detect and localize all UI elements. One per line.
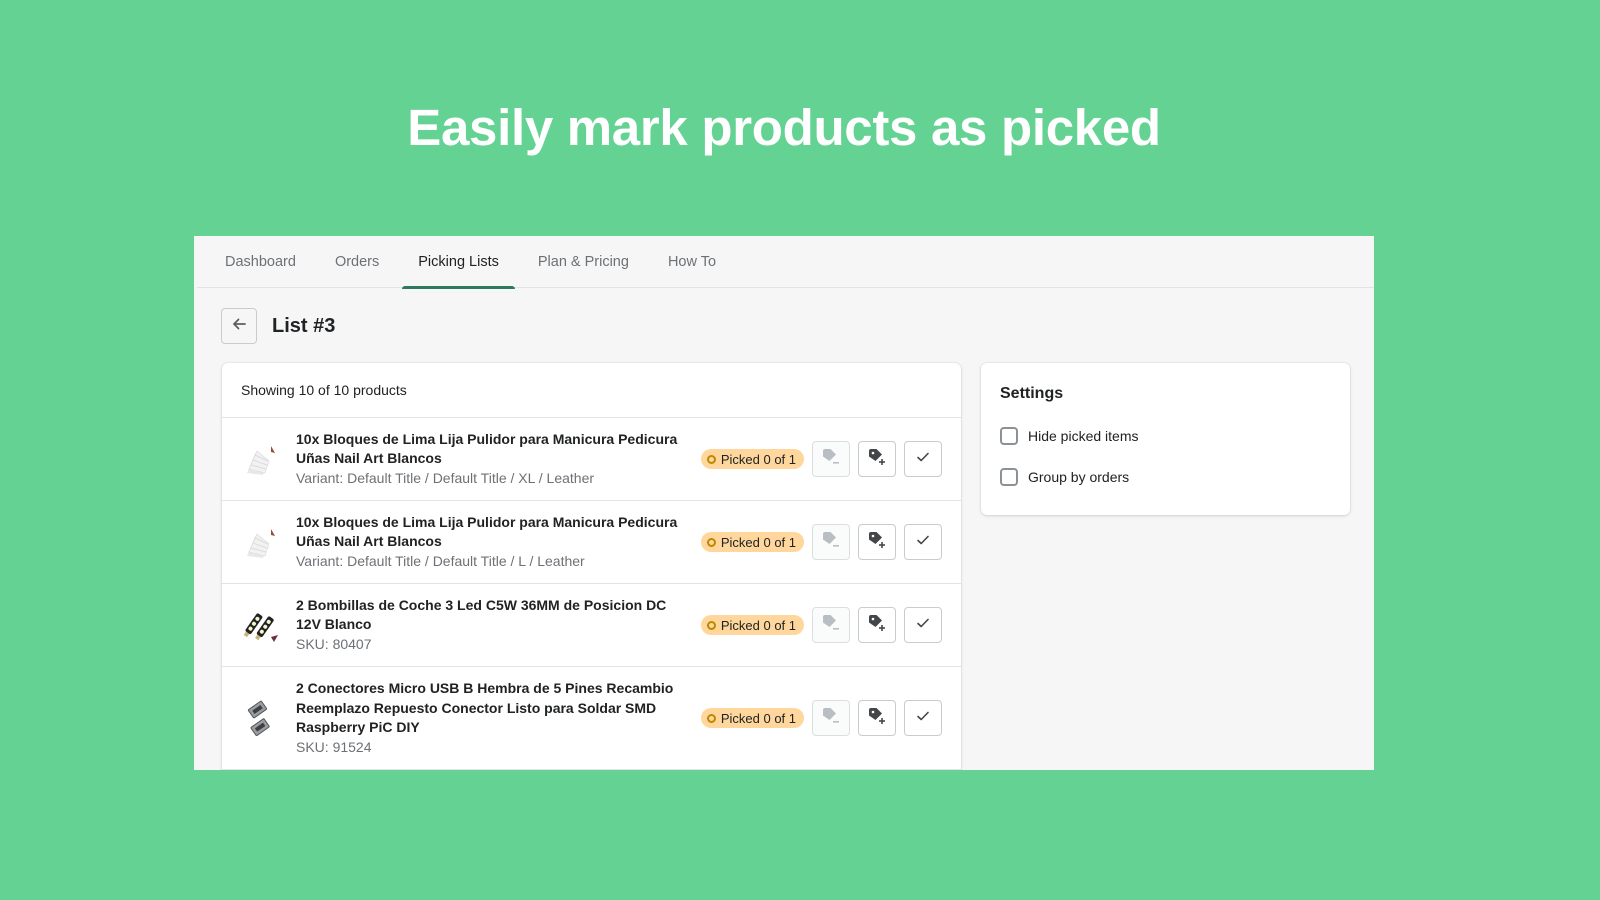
mark-picked-button[interactable]: [904, 700, 942, 736]
tab-how-to[interactable]: How To: [652, 236, 732, 288]
page-header: List #3: [221, 308, 335, 344]
status-dot-icon: [706, 454, 716, 464]
tag-plus-icon: [867, 530, 887, 555]
tag-minus-icon: [821, 530, 841, 555]
picked-status-text: Picked 0 of 1: [720, 710, 796, 726]
product-sku: SKU: 91524: [296, 738, 372, 755]
products-card: Showing 10 of 10 products 10x Bloques de…: [222, 363, 961, 770]
hide-picked-items-checkbox[interactable]: [1000, 427, 1018, 445]
row-actions: [804, 441, 942, 477]
mark-picked-button[interactable]: [904, 524, 942, 560]
checkmark-icon: [916, 616, 930, 635]
back-button[interactable]: [221, 308, 257, 344]
headline: Easily mark products as picked: [407, 99, 1161, 156]
page-title: List #3: [272, 314, 336, 337]
product-variant: Variant: Default Title / Default Title /…: [296, 552, 585, 569]
product-title: 10x Bloques de Lima Lija Pulidor para Ma…: [296, 513, 678, 530]
tab-orders[interactable]: Orders: [319, 236, 395, 288]
product-info: 2 Conectores Micro USB B Hembra de 5 Pin…: [296, 679, 689, 757]
product-title: 2 Conectores Micro USB B Hembra de 5 Pin…: [296, 680, 674, 696]
product-title-cont: 12V Blanco: [296, 616, 372, 633]
nail-file-blocks-icon: [247, 446, 275, 475]
product-info: 2 Bombillas de Coche 3 Led C5W 36MM de P…: [296, 596, 689, 655]
picked-status-badge: Picked 0 of 1: [700, 449, 804, 469]
product-thumbnail: [241, 698, 281, 738]
product-sku: SKU: 80407: [296, 635, 372, 652]
mark-picked-button[interactable]: [904, 441, 942, 477]
product-variant: Variant: Default Title / Default Title /…: [296, 469, 595, 486]
picked-status-text: Picked 0 of 1: [720, 617, 796, 633]
add-tag-button[interactable]: [858, 700, 896, 736]
row-actions: [804, 607, 942, 643]
tab-picking-lists[interactable]: Picking Lists: [402, 236, 515, 289]
usb-connectors-icon: [247, 700, 270, 736]
remove-tag-button[interactable]: [812, 524, 850, 560]
remove-tag-button[interactable]: [812, 441, 850, 477]
checkmark-icon: [916, 533, 930, 552]
product-info: 10x Bloques de Lima Lija Pulidor para Ma…: [296, 430, 689, 489]
tag-plus-icon: [867, 613, 887, 638]
mark-picked-button[interactable]: [904, 607, 942, 643]
add-tag-button[interactable]: [858, 524, 896, 560]
arrow-left-icon: [231, 316, 247, 337]
remove-tag-button[interactable]: [812, 607, 850, 643]
product-thumbnail: [241, 522, 281, 562]
status-dot-icon: [706, 713, 716, 723]
row-actions: [804, 524, 942, 560]
product-title-cont: Reemplazo Repuesto Conector Listo para S…: [296, 699, 657, 716]
products-summary: Showing 10 of 10 products: [222, 363, 961, 418]
group-by-orders-label: Group by orders: [1028, 469, 1130, 485]
tag-minus-icon: [821, 613, 841, 638]
checkmark-icon: [916, 450, 930, 469]
status-dot-icon: [706, 537, 716, 547]
product-row: 2 Conectores Micro USB B Hembra de 5 Pin…: [222, 667, 961, 770]
product-title: 2 Bombillas de Coche 3 Led C5W 36MM de P…: [296, 596, 667, 613]
tag-minus-icon: [821, 706, 841, 731]
product-title-cont: Uñas Nail Art Blancos: [296, 450, 442, 467]
tab-dashboard[interactable]: Dashboard: [209, 236, 312, 288]
picked-status-text: Picked 0 of 1: [720, 451, 796, 467]
remove-tag-button[interactable]: [812, 700, 850, 736]
product-row: 2 Bombillas de Coche 3 Led C5W 36MM de P…: [222, 584, 961, 667]
product-row: 10x Bloques de Lima Lija Pulidor para Ma…: [222, 501, 961, 584]
tag-plus-icon: [867, 447, 887, 472]
add-tag-button[interactable]: [858, 441, 896, 477]
nail-file-blocks-icon: [247, 529, 275, 558]
led-bulbs-icon: [243, 613, 278, 642]
checkmark-icon: [916, 709, 930, 728]
settings-title: Settings: [1000, 385, 1064, 402]
picked-status-text: Picked 0 of 1: [720, 534, 796, 550]
tab-plan-pricing[interactable]: Plan & Pricing: [522, 236, 645, 288]
picked-status-badge: Picked 0 of 1: [700, 708, 804, 728]
hide-picked-items-label: Hide picked items: [1028, 428, 1139, 444]
product-title: 10x Bloques de Lima Lija Pulidor para Ma…: [296, 430, 678, 447]
app-window: Dashboard Orders Picking Lists Plan & Pr…: [194, 236, 1374, 770]
product-thumbnail: [241, 439, 281, 479]
status-dot-icon: [706, 620, 716, 630]
tag-minus-icon: [821, 447, 841, 472]
row-actions: [804, 700, 942, 736]
product-title-cont: Uñas Nail Art Blancos: [296, 533, 442, 550]
product-title-cont: Raspberry PiC DIY: [296, 719, 420, 735]
group-by-orders-option[interactable]: Group by orders: [1000, 468, 1331, 486]
add-tag-button[interactable]: [858, 607, 896, 643]
picked-status-badge: Picked 0 of 1: [700, 532, 804, 552]
tag-plus-icon: [867, 706, 887, 731]
settings-card: Settings Hide picked items Group by orde…: [981, 363, 1350, 515]
tab-bar: Dashboard Orders Picking Lists Plan & Pr…: [194, 236, 1374, 289]
product-info: 10x Bloques de Lima Lija Pulidor para Ma…: [296, 513, 689, 572]
product-row: 10x Bloques de Lima Lija Pulidor para Ma…: [222, 418, 961, 501]
hide-picked-items-option[interactable]: Hide picked items: [1000, 427, 1331, 445]
product-thumbnail: [241, 605, 281, 645]
app-edge: [194, 236, 197, 770]
group-by-orders-checkbox[interactable]: [1000, 468, 1018, 486]
picked-status-badge: Picked 0 of 1: [700, 615, 804, 635]
